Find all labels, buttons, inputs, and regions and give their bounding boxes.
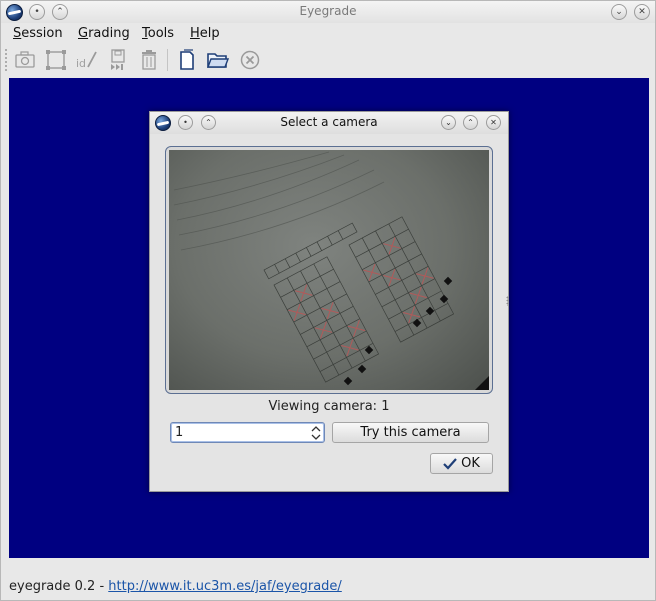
menu-help[interactable]: Help [190,26,220,41]
project-link[interactable]: http://www.it.uc3m.es/jaf/eyegrade/ [108,579,342,594]
pencil-icon [87,51,97,68]
save-next-icon [111,49,125,70]
dialog-maximize-icon[interactable]: ⌃ [463,115,478,130]
title-bar[interactable]: • ⌃ Eyegrade ⌄ ✕ [1,1,655,23]
status-text: eyegrade 0.2 - http://www.it.uc3m.es/jaf… [9,579,342,594]
camera-select-value: 1 [175,425,184,440]
dialog-close-icon[interactable]: ✕ [486,115,501,130]
menu-session-rest: ession [21,26,63,41]
cancel-icon [240,50,260,70]
spin-arrows-icon [311,426,321,440]
toolbar-separator [167,49,168,71]
main-window: • ⌃ Eyegrade ⌄ ✕ Session Grading Tools H… [0,0,656,601]
close-icon[interactable]: ✕ [634,4,650,20]
edit-id-button[interactable]: id [74,48,100,72]
new-session-button[interactable] [174,48,200,72]
menu-grading[interactable]: Grading [78,26,130,41]
save-next-button[interactable] [105,48,131,72]
menu-tools[interactable]: Tools [142,26,174,41]
edit-id-label: id [75,56,87,70]
window-title: Eyegrade [299,4,357,18]
toolbar: id [1,45,655,75]
check-icon [443,458,457,470]
camera-preview-image [169,150,489,390]
trash-button[interactable] [136,48,162,72]
menu-help-rest: elp [199,26,220,41]
camera-button[interactable] [12,48,38,72]
close-session-button[interactable] [237,48,263,72]
dialog-minimize-icon[interactable]: ⌄ [441,115,456,130]
select-camera-dialog: • ⌃ Select a camera ⌄ ⌃ ✕ Viewing camera… [149,111,509,492]
menu-grading-rest: rading [88,26,130,41]
menu-bar: Session Grading Tools Help [1,23,655,45]
crop-button[interactable] [43,48,69,72]
camera-preview-frame [165,146,493,394]
crop-icon [46,50,66,70]
camera-icon [15,51,35,68]
status-version: eyegrade 0.2 - [9,579,109,594]
open-session-button[interactable] [205,48,231,72]
ok-button[interactable]: OK [430,453,493,474]
new-document-icon [180,49,194,70]
try-camera-button[interactable]: Try this camera [332,422,489,443]
viewing-camera-label: Viewing camera: 1 [268,399,390,414]
toolbar-grip[interactable] [4,48,8,72]
ok-button-label: OK [461,456,480,471]
status-bar: eyegrade 0.2 - http://www.it.uc3m.es/jaf… [1,573,655,599]
menu-tools-rest: ools [147,26,175,41]
open-folder-icon [207,53,229,68]
menu-session[interactable]: Session [13,26,63,41]
menu-help-accel: H [190,26,200,41]
dialog-title-bar[interactable]: • ⌃ Select a camera ⌄ ⌃ ✕ [150,112,508,134]
splitter-grip[interactable] [506,296,509,306]
camera-select[interactable]: 1 [170,422,325,443]
menu-grading-accel: G [78,26,89,41]
trash-icon [142,50,156,70]
minimize-icon[interactable]: ⌄ [611,4,627,20]
